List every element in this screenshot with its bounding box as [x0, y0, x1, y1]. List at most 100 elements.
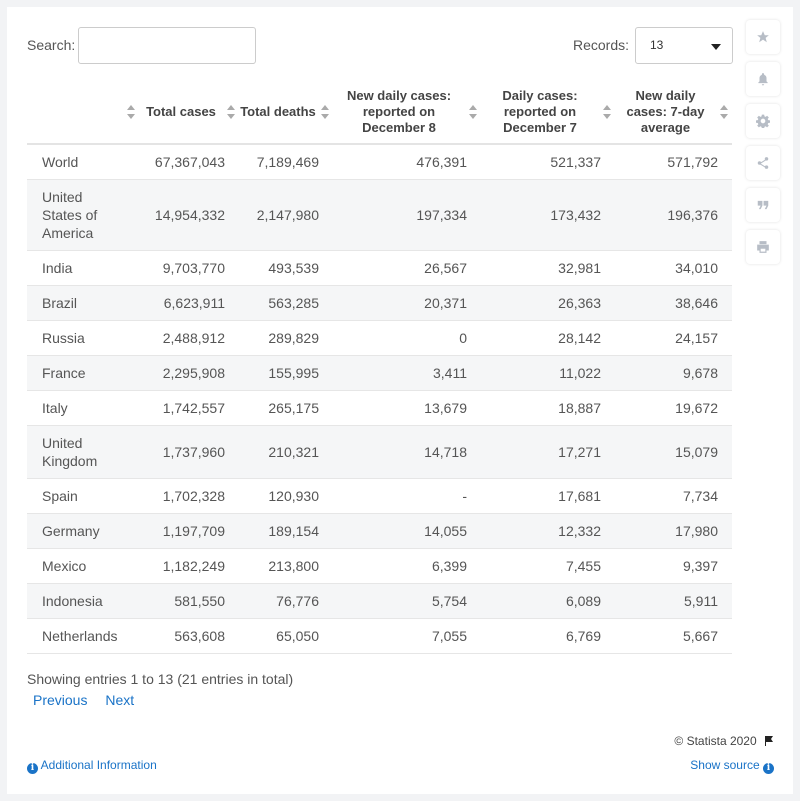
- cell-value: 6,399: [333, 548, 481, 584]
- cell-value: 5,754: [333, 583, 481, 619]
- cell-value: 76,776: [239, 583, 333, 619]
- show-source-link[interactable]: Show source i: [690, 758, 774, 774]
- cell-value: 213,800: [239, 548, 333, 584]
- cell-value: 581,550: [139, 583, 239, 619]
- sort-icon: [321, 104, 329, 119]
- cell-value: 1,737,960: [139, 425, 239, 479]
- cell-value: 1,702,328: [139, 478, 239, 514]
- cell-value: 1,742,557: [139, 390, 239, 426]
- cell-value: 17,980: [615, 513, 732, 549]
- cell-value: 12,332: [481, 513, 615, 549]
- copyright-text: © Statista 2020: [674, 734, 757, 748]
- cell-value: 34,010: [615, 250, 732, 286]
- flag-icon: [765, 736, 773, 746]
- cell-value: 17,271: [481, 425, 615, 479]
- notification-button[interactable]: [746, 62, 780, 96]
- cell-value: 6,623,911: [139, 285, 239, 321]
- cell-value: 28,142: [481, 320, 615, 356]
- table-row: United Kingdom 1,737,960 210,321 14,718 17,2…: [27, 425, 732, 479]
- sidebar-actions: [746, 20, 780, 272]
- table-header-row: Total cases Total deaths New daily cases…: [27, 80, 732, 145]
- cell-value: 289,829: [239, 320, 333, 356]
- cell-value: 7,189,469: [239, 144, 333, 180]
- cell-value: 26,567: [333, 250, 481, 286]
- cell-value: 0: [333, 320, 481, 356]
- records-select[interactable]: 13: [635, 27, 733, 64]
- print-button[interactable]: [746, 230, 780, 264]
- pagination: Previous Next: [33, 692, 148, 708]
- cell-value: 3,411: [333, 355, 481, 391]
- cell-value: 6,769: [481, 618, 615, 654]
- cell-value: 7,455: [481, 548, 615, 584]
- sort-icon: [603, 104, 611, 119]
- cell-country: Brazil: [27, 285, 139, 321]
- column-header-total-deaths[interactable]: Total deaths: [239, 80, 333, 145]
- table-row: Netherlands 563,608 65,050 7,055 6,769 5,667: [27, 618, 732, 654]
- cite-button[interactable]: [746, 188, 780, 222]
- column-header-country[interactable]: [27, 80, 139, 145]
- cell-value: 17,681: [481, 478, 615, 514]
- cell-value: 19,672: [615, 390, 732, 426]
- cell-value: 155,995: [239, 355, 333, 391]
- gear-icon: [756, 114, 770, 128]
- cell-country: Spain: [27, 478, 139, 514]
- table-row: Indonesia 581,550 76,776 5,754 6,089 5,911: [27, 583, 732, 619]
- column-header-7day-average[interactable]: New daily cases: 7-day average: [615, 80, 732, 145]
- cell-value: 11,022: [481, 355, 615, 391]
- cell-value: 18,887: [481, 390, 615, 426]
- column-header-new-daily-dec8[interactable]: New daily cases: reported on December 8: [333, 80, 481, 145]
- previous-link[interactable]: Previous: [33, 692, 87, 708]
- cell-value: 14,718: [333, 425, 481, 479]
- cell-value: 5,667: [615, 618, 732, 654]
- column-header-total-cases[interactable]: Total cases: [139, 80, 239, 145]
- cell-value: 7,055: [333, 618, 481, 654]
- table-row: United States of America 14,954,332 2,147,…: [27, 179, 732, 251]
- cell-value: 1,197,709: [139, 513, 239, 549]
- records-label: Records:: [573, 37, 630, 53]
- cell-value: 1,182,249: [139, 548, 239, 584]
- table-row: India 9,703,770 493,539 26,567 32,981 34,010: [27, 250, 732, 286]
- data-table: Total cases Total deaths New daily cases…: [27, 80, 732, 654]
- cell-value: 24,157: [615, 320, 732, 356]
- additional-information-link[interactable]: i Additional Information: [27, 758, 157, 774]
- cell-value: 15,079: [615, 425, 732, 479]
- cell-country: Russia: [27, 320, 139, 356]
- search-input[interactable]: [78, 27, 256, 64]
- cell-value: 521,337: [481, 144, 615, 180]
- cell-value: 67,367,043: [139, 144, 239, 180]
- share-button[interactable]: [746, 146, 780, 180]
- table-row: Spain 1,702,328 120,930-17,681 7,734: [27, 478, 732, 514]
- next-link[interactable]: Next: [105, 692, 134, 708]
- cell-country: United States of America: [27, 179, 139, 251]
- cell-value: 32,981: [481, 250, 615, 286]
- star-icon: [757, 31, 769, 43]
- cell-value: 65,050: [239, 618, 333, 654]
- cell-value: 20,371: [333, 285, 481, 321]
- share-icon: [757, 157, 769, 169]
- sort-icon: [227, 104, 235, 119]
- table-row: Germany 1,197,709 189,154 14,055 12,332 17,98…: [27, 513, 732, 549]
- cell-value: 563,608: [139, 618, 239, 654]
- cell-value: 197,334: [333, 179, 481, 251]
- cell-value: 120,930: [239, 478, 333, 514]
- cell-country: Indonesia: [27, 583, 139, 619]
- cell-country: Italy: [27, 390, 139, 426]
- cell-value: 26,363: [481, 285, 615, 321]
- column-header-daily-dec7[interactable]: Daily cases: reported on December 7: [481, 80, 615, 145]
- quote-icon: [757, 200, 769, 210]
- cell-value: 571,792: [615, 144, 732, 180]
- cell-value: 196,376: [615, 179, 732, 251]
- cell-value: 7,734: [615, 478, 732, 514]
- table-row: Mexico 1,182,249 213,800 6,399 7,455 9,397: [27, 548, 732, 584]
- cell-value: 563,285: [239, 285, 333, 321]
- cell-country: Germany: [27, 513, 139, 549]
- cell-country: United Kingdom: [27, 425, 139, 479]
- cell-country: France: [27, 355, 139, 391]
- settings-button[interactable]: [746, 104, 780, 138]
- cell-value: 9,678: [615, 355, 732, 391]
- cell-value: 14,954,332: [139, 179, 239, 251]
- cell-value: 9,703,770: [139, 250, 239, 286]
- print-icon: [757, 241, 769, 253]
- table-row: Brazil 6,623,911 563,285 20,371 26,363 38,646: [27, 285, 732, 321]
- favorite-button[interactable]: [746, 20, 780, 54]
